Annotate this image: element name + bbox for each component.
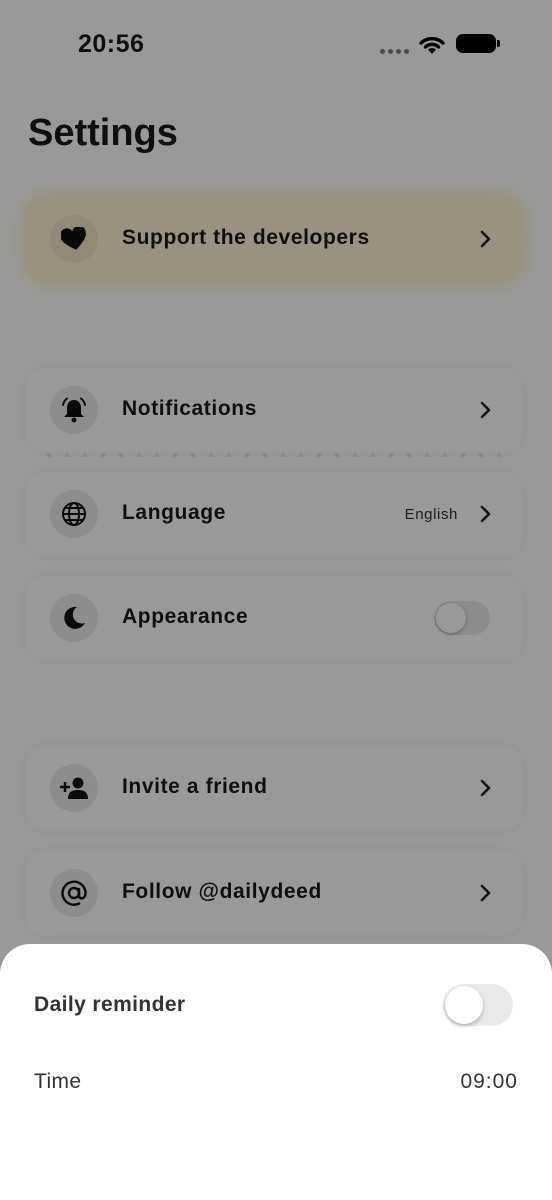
daily-reminder-label: Daily reminder (34, 993, 186, 1016)
time-value[interactable]: 09:00 (460, 1070, 518, 1094)
daily-reminder-toggle[interactable] (443, 984, 513, 1026)
toggle-knob (445, 986, 483, 1024)
time-label: Time (34, 1070, 82, 1093)
notifications-bottom-sheet: Daily reminder Time 09:00 (0, 944, 552, 1200)
